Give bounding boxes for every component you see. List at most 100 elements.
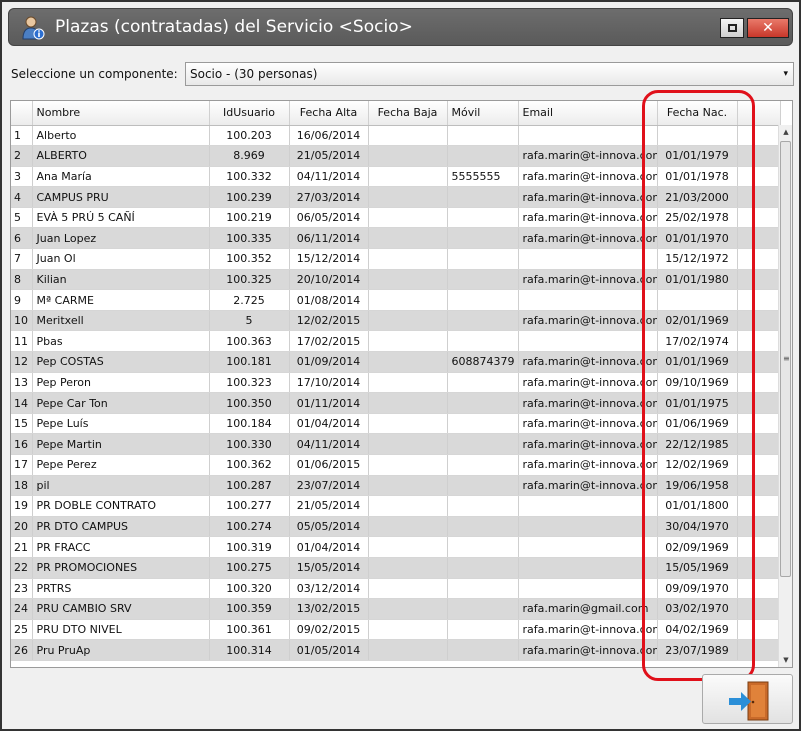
table-row[interactable]: 5 EVÀ 5 PRÚ 5 CAÑÍ 100.219 06/05/2014 rafa.m… [11, 207, 781, 229]
table-row[interactable]: 8 Kilian 100.325 20/10/2014 rafa.marin@t-inn… [11, 269, 781, 291]
cell-fecha-nac: 01/06/1969 [657, 413, 738, 435]
row-number: 19 [11, 495, 33, 517]
table-row[interactable]: 25 PRU DTO NIVEL 100.361 09/02/2015 rafa.mar… [11, 619, 781, 641]
cell-nombre: Pep COSTAS [32, 351, 210, 373]
cell-idusuario: 100.275 [209, 557, 290, 579]
cell-movil [447, 248, 519, 270]
table-row[interactable]: 24 PRU CAMBIO SRV 100.359 13/02/2015 rafa.ma… [11, 598, 781, 620]
cell-fecha-nac: 01/01/1970 [657, 227, 738, 250]
restore-button[interactable] [720, 18, 744, 38]
cell-movil [447, 207, 519, 229]
row-number: 23 [11, 578, 33, 600]
table-row[interactable]: 17 Pepe Perez 100.362 01/06/2015 rafa.marin@… [11, 454, 781, 476]
cell-fecha-alta: 01/09/2014 [289, 351, 369, 373]
cell-fecha-baja [368, 248, 448, 270]
cell-filler [737, 330, 781, 353]
scroll-grip-icon: ≡ [783, 354, 790, 363]
column-header-fecha-nac[interactable]: Fecha Nac. [657, 101, 738, 126]
cell-nombre: CAMPUS PRU [32, 186, 210, 208]
title-bar[interactable]: Plazas (contratadas) del Servicio <Socio… [8, 8, 793, 46]
cell-fecha-alta: 15/05/2014 [289, 557, 369, 579]
column-header-movil[interactable]: Móvil [447, 101, 519, 126]
table-row[interactable]: 12 Pep COSTAS 100.181 01/09/2014 608874379 ra… [11, 351, 781, 373]
table-row[interactable]: 20 PR DTO CAMPUS 100.274 05/05/2014 30/04/19… [11, 516, 781, 538]
cell-movil [447, 578, 519, 600]
cell-filler [737, 289, 781, 311]
scroll-down-icon[interactable]: ▼ [779, 653, 792, 667]
cell-filler [737, 125, 781, 147]
row-number: 10 [11, 310, 33, 332]
cell-fecha-baja [368, 392, 448, 414]
cell-nombre: EVÀ 5 PRÚ 5 CAÑÍ [32, 207, 210, 229]
table-row[interactable]: 21 PR FRACC 100.319 01/04/2014 02/09/1969 [11, 536, 781, 558]
cell-idusuario: 100.361 [209, 619, 290, 641]
scroll-up-icon[interactable]: ▲ [779, 125, 792, 139]
cell-email [518, 536, 658, 558]
table-header-row: Nombre IdUsuario Fecha Alta Fecha Baja M… [11, 101, 781, 126]
cell-filler [737, 536, 781, 558]
cell-nombre: Juan Ol [32, 248, 210, 270]
cell-email: rafa.marin@t-innova.com [518, 269, 658, 291]
table-row[interactable]: 11 Pbas 100.363 17/02/2015 17/02/1974 [11, 330, 781, 353]
table-row[interactable]: 26 Pru PruAp 100.314 01/05/2014 rafa.marin@t… [11, 639, 781, 661]
cell-email [518, 125, 658, 147]
cell-email: rafa.marin@t-innova.com [518, 227, 658, 250]
cell-fecha-nac: 02/01/1969 [657, 310, 738, 332]
table-row[interactable]: 15 Pepe Luís 100.184 01/04/2014 rafa.marin@t… [11, 413, 781, 435]
cell-nombre: Pbas [32, 330, 210, 353]
cell-fecha-baja [368, 516, 448, 538]
cell-nombre: PRU DTO NIVEL [32, 619, 210, 641]
cell-movil [447, 639, 519, 661]
row-number: 7 [11, 248, 33, 270]
cell-filler [737, 557, 781, 579]
vertical-scrollbar[interactable]: ▲ ≡ ▼ [778, 125, 792, 667]
table-row[interactable]: 22 PR PROMOCIONES 100.275 15/05/2014 15/05/1… [11, 557, 781, 579]
cell-fecha-nac: 03/02/1970 [657, 598, 738, 620]
table-row[interactable]: 10 Meritxell 5 12/02/2015 rafa.marin@t-innov… [11, 310, 781, 332]
component-select[interactable]: Socio - (30 personas) ▾ [185, 62, 794, 86]
table-row[interactable]: 14 Pepe Car Ton 100.350 01/11/2014 rafa.mari… [11, 392, 781, 414]
cell-filler [737, 516, 781, 538]
table-row[interactable]: 2 ALBERTO 8.969 21/05/2014 rafa.marin@t-inno… [11, 145, 781, 167]
cell-fecha-alta: 06/05/2014 [289, 207, 369, 229]
table-row[interactable]: 16 Pepe Martin 100.330 04/11/2014 rafa.marin… [11, 433, 781, 455]
cell-movil [447, 475, 519, 497]
cell-idusuario: 100.325 [209, 269, 290, 291]
column-header-email[interactable]: Email [518, 101, 658, 126]
close-button[interactable]: ✕ [747, 18, 789, 38]
table-row[interactable]: 7 Juan Ol 100.352 15/12/2014 15/12/1972 [11, 248, 781, 270]
scroll-thumb[interactable]: ≡ [780, 141, 791, 577]
cell-movil [447, 392, 519, 414]
column-header-idusuario[interactable]: IdUsuario [209, 101, 290, 126]
column-header-nombre[interactable]: Nombre [32, 101, 210, 126]
members-table[interactable]: Nombre IdUsuario Fecha Alta Fecha Baja M… [10, 100, 793, 668]
table-row[interactable]: 19 PR DOBLE CONTRATO 100.277 21/05/2014 01/0… [11, 495, 781, 517]
cell-movil [447, 227, 519, 250]
cell-nombre: PRTRS [32, 578, 210, 600]
column-header-fecha-alta[interactable]: Fecha Alta [289, 101, 369, 126]
cell-email [518, 248, 658, 270]
table-row[interactable]: 9 Mª CARME 2.725 01/08/2014 [11, 289, 781, 311]
cell-fecha-alta: 23/07/2014 [289, 475, 369, 497]
table-row[interactable]: 4 CAMPUS PRU 100.239 27/03/2014 rafa.marin@t… [11, 186, 781, 208]
cell-fecha-nac: 21/03/2000 [657, 186, 738, 208]
table-row[interactable]: 23 PRTRS 100.320 03/12/2014 09/09/1970 [11, 578, 781, 600]
cell-fecha-baja [368, 330, 448, 353]
table-row[interactable]: 6 Juan Lopez 100.335 06/11/2014 rafa.marin@t… [11, 227, 781, 250]
row-number: 13 [11, 372, 33, 394]
cell-idusuario: 100.274 [209, 516, 290, 538]
exit-button[interactable] [702, 674, 793, 724]
table-row[interactable]: 18 pil 100.287 23/07/2014 rafa.marin@t-innov… [11, 475, 781, 497]
cell-email: rafa.marin@t-innova.com [518, 207, 658, 229]
cell-fecha-alta: 17/02/2015 [289, 330, 369, 353]
row-number: 5 [11, 207, 33, 229]
table-row[interactable]: 13 Pep Peron 100.323 17/10/2014 rafa.marin@t… [11, 372, 781, 394]
table-row[interactable]: 1 Alberto 100.203 16/06/2014 [11, 125, 781, 147]
cell-fecha-nac: 01/01/1975 [657, 392, 738, 414]
chevron-down-icon: ▾ [783, 69, 788, 79]
cell-idusuario: 5 [209, 310, 290, 332]
column-header-fecha-baja[interactable]: Fecha Baja [368, 101, 448, 126]
cell-fecha-baja [368, 166, 448, 188]
cell-fecha-nac: 19/06/1958 [657, 475, 738, 497]
table-row[interactable]: 3 Ana María 100.332 04/11/2014 5555555 rafa.m… [11, 166, 781, 188]
